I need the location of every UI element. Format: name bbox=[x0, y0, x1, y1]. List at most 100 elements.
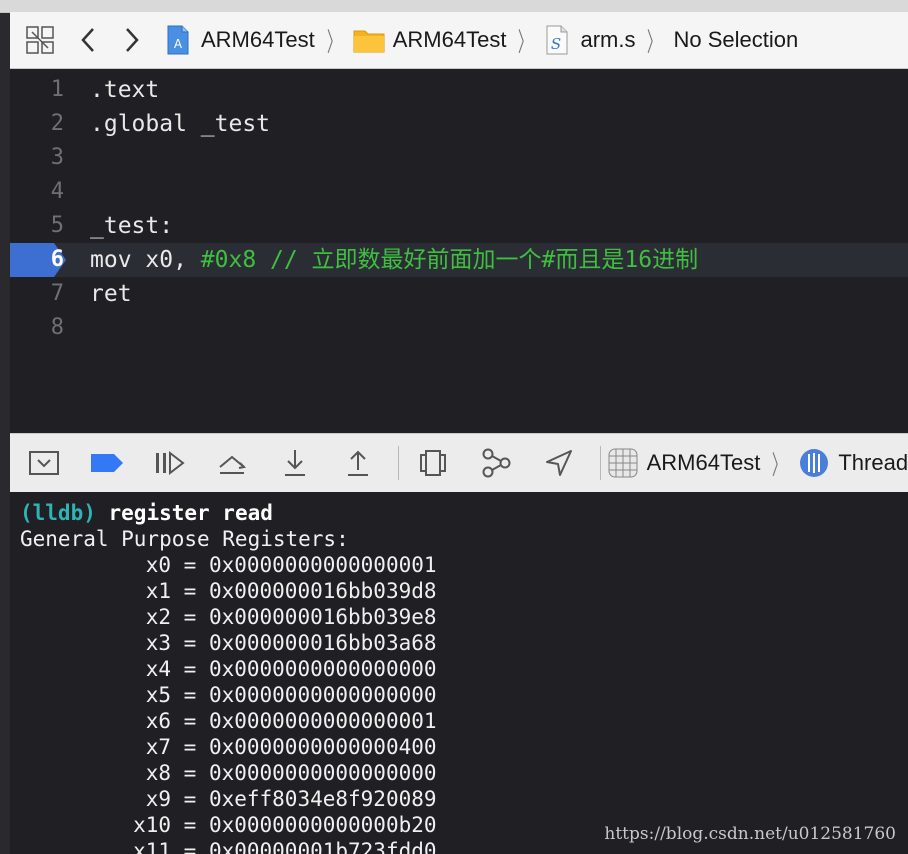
register-row: x3 = 0x000000016bb03a68 bbox=[20, 630, 437, 656]
register-value: 0x0000000000000000 bbox=[208, 683, 437, 707]
memory-graph-icon[interactable] bbox=[474, 443, 518, 483]
code-line: 2 .global _test bbox=[10, 107, 908, 141]
register-name: x2 bbox=[145, 605, 171, 629]
assembly-file-icon: S bbox=[544, 24, 570, 56]
current-code-line: 6 mov x0, #0x8 // 立即数最好前面加一个#而且是16进制 bbox=[10, 243, 908, 277]
register-value: 0x0000000000000b20 bbox=[208, 813, 437, 837]
register-name: x4 bbox=[145, 657, 171, 681]
breakpoints-toggle-icon[interactable] bbox=[85, 443, 129, 483]
related-items-icon[interactable] bbox=[25, 25, 55, 55]
source-editor[interactable]: 1 .text 2 .global _test 3 4 5 _test: 6 m… bbox=[10, 69, 908, 433]
register-equals: = bbox=[171, 735, 209, 759]
register-name: x1 bbox=[145, 579, 171, 603]
register-row: x7 = 0x0000000000000400 bbox=[20, 734, 437, 760]
code-comment: // 立即数最好前面加一个#而且是16进制 bbox=[256, 247, 699, 273]
code-line: 8 bbox=[10, 311, 908, 345]
console-command: register read bbox=[108, 501, 273, 525]
register-row: x1 = 0x000000016bb039d8 bbox=[20, 578, 437, 604]
register-name: x11 bbox=[133, 839, 171, 854]
register-name: x10 bbox=[133, 813, 171, 837]
register-row: x2 = 0x000000016bb039e8 bbox=[20, 604, 437, 630]
line-number[interactable]: 3 bbox=[10, 141, 64, 175]
code-line: 3 bbox=[10, 141, 908, 175]
register-value: 0x000000016bb03a68 bbox=[208, 631, 437, 655]
jump-bar: A ARM64Test 〉 ARM64Test 〉 S arm.s 〉 No S… bbox=[10, 12, 908, 69]
folder-icon bbox=[353, 26, 385, 54]
continue-icon[interactable] bbox=[147, 443, 191, 483]
code-line: 1 .text bbox=[10, 73, 908, 107]
svg-text:A: A bbox=[174, 37, 183, 51]
step-out-icon[interactable] bbox=[336, 443, 380, 483]
code-text[interactable]: mov x0, #0x8 // 立即数最好前面加一个#而且是16进制 bbox=[90, 243, 698, 277]
register-name: x8 bbox=[145, 761, 171, 785]
register-row: x11 = 0x00000001b723fdd0 bbox=[20, 838, 437, 854]
register-equals: = bbox=[171, 839, 209, 854]
line-number[interactable]: 7 bbox=[10, 277, 64, 311]
register-value: 0x00000001b723fdd0 bbox=[208, 839, 437, 854]
code-text[interactable]: _test: bbox=[90, 209, 173, 243]
step-into-icon[interactable] bbox=[273, 443, 317, 483]
toolbar-divider bbox=[599, 446, 601, 480]
back-chevron-icon[interactable] bbox=[73, 25, 103, 55]
register-equals: = bbox=[171, 553, 209, 577]
register-value: 0x0000000000000001 bbox=[208, 553, 437, 577]
line-number[interactable]: 2 bbox=[10, 107, 64, 141]
line-number[interactable]: 6 bbox=[10, 243, 64, 277]
process-icon bbox=[607, 447, 639, 479]
breadcrumb-group[interactable]: ARM64Test bbox=[393, 27, 507, 53]
console-command-line: (lldb) register read bbox=[20, 500, 273, 526]
view-hierarchy-icon[interactable] bbox=[411, 443, 455, 483]
hide-debug-area-icon[interactable] bbox=[22, 443, 66, 483]
register-name: x7 bbox=[145, 735, 171, 759]
debug-console[interactable]: (lldb) register read General Purpose Reg… bbox=[10, 492, 908, 854]
console-prompt: (lldb) bbox=[20, 501, 96, 525]
register-equals: = bbox=[171, 787, 209, 811]
breadcrumb-selection[interactable]: No Selection bbox=[673, 27, 798, 53]
debug-thread-name[interactable]: Thread bbox=[838, 450, 908, 476]
code-line: 5 _test: bbox=[10, 209, 908, 243]
register-row: x8 = 0x0000000000000000 bbox=[20, 760, 437, 786]
register-value: 0x000000016bb039e8 bbox=[208, 605, 437, 629]
code-immediate: #0x8 bbox=[200, 247, 257, 273]
step-over-icon[interactable] bbox=[210, 443, 254, 483]
register-value: 0x0000000000000001 bbox=[208, 709, 437, 733]
register-row: x6 = 0x0000000000000001 bbox=[20, 708, 437, 734]
register-row: x10 = 0x0000000000000b20 bbox=[20, 812, 437, 838]
debug-bar: ARM64Test 〉 Thread bbox=[10, 433, 908, 493]
line-number[interactable]: 4 bbox=[10, 175, 64, 209]
register-equals: = bbox=[171, 709, 209, 733]
forward-chevron-icon[interactable] bbox=[117, 25, 147, 55]
breadcrumb-separator: 〉 bbox=[647, 27, 662, 58]
breadcrumb-file[interactable]: arm.s bbox=[580, 27, 635, 53]
code-line: 7 ret bbox=[10, 277, 908, 311]
svg-text:S: S bbox=[551, 35, 561, 53]
register-row: x0 = 0x0000000000000001 bbox=[20, 552, 437, 578]
breadcrumb: A ARM64Test 〉 ARM64Test 〉 S arm.s 〉 No S… bbox=[165, 22, 798, 59]
register-equals: = bbox=[171, 813, 209, 837]
register-equals: = bbox=[171, 631, 209, 655]
register-name: x6 bbox=[145, 709, 171, 733]
register-equals: = bbox=[171, 605, 209, 629]
debug-process-name[interactable]: ARM64Test bbox=[647, 450, 761, 476]
register-row: x4 = 0x0000000000000000 bbox=[20, 656, 437, 682]
simulate-location-icon[interactable] bbox=[537, 443, 581, 483]
toolbar-divider bbox=[398, 446, 400, 480]
thread-icon bbox=[798, 447, 830, 479]
breadcrumb-project[interactable]: ARM64Test bbox=[201, 27, 315, 53]
code-text[interactable]: ret bbox=[90, 277, 132, 311]
watermark: https://blog.csdn.net/u012581760 bbox=[604, 824, 896, 844]
register-equals: = bbox=[171, 579, 209, 603]
line-number[interactable]: 5 bbox=[10, 209, 64, 243]
breadcrumb-separator: 〉 bbox=[326, 27, 341, 58]
xcode-window: A ARM64Test 〉 ARM64Test 〉 S arm.s 〉 No S… bbox=[0, 0, 908, 854]
console-header: General Purpose Registers: bbox=[20, 527, 349, 551]
code-text[interactable]: .text bbox=[90, 73, 159, 107]
code-instruction: mov x0, bbox=[90, 247, 201, 273]
window-left-border bbox=[0, 0, 10, 854]
register-name: x5 bbox=[145, 683, 171, 707]
code-text[interactable]: .global _test bbox=[90, 107, 270, 141]
line-number[interactable]: 8 bbox=[10, 311, 64, 345]
line-number[interactable]: 1 bbox=[10, 73, 64, 107]
register-name: x9 bbox=[145, 787, 171, 811]
register-equals: = bbox=[171, 761, 209, 785]
